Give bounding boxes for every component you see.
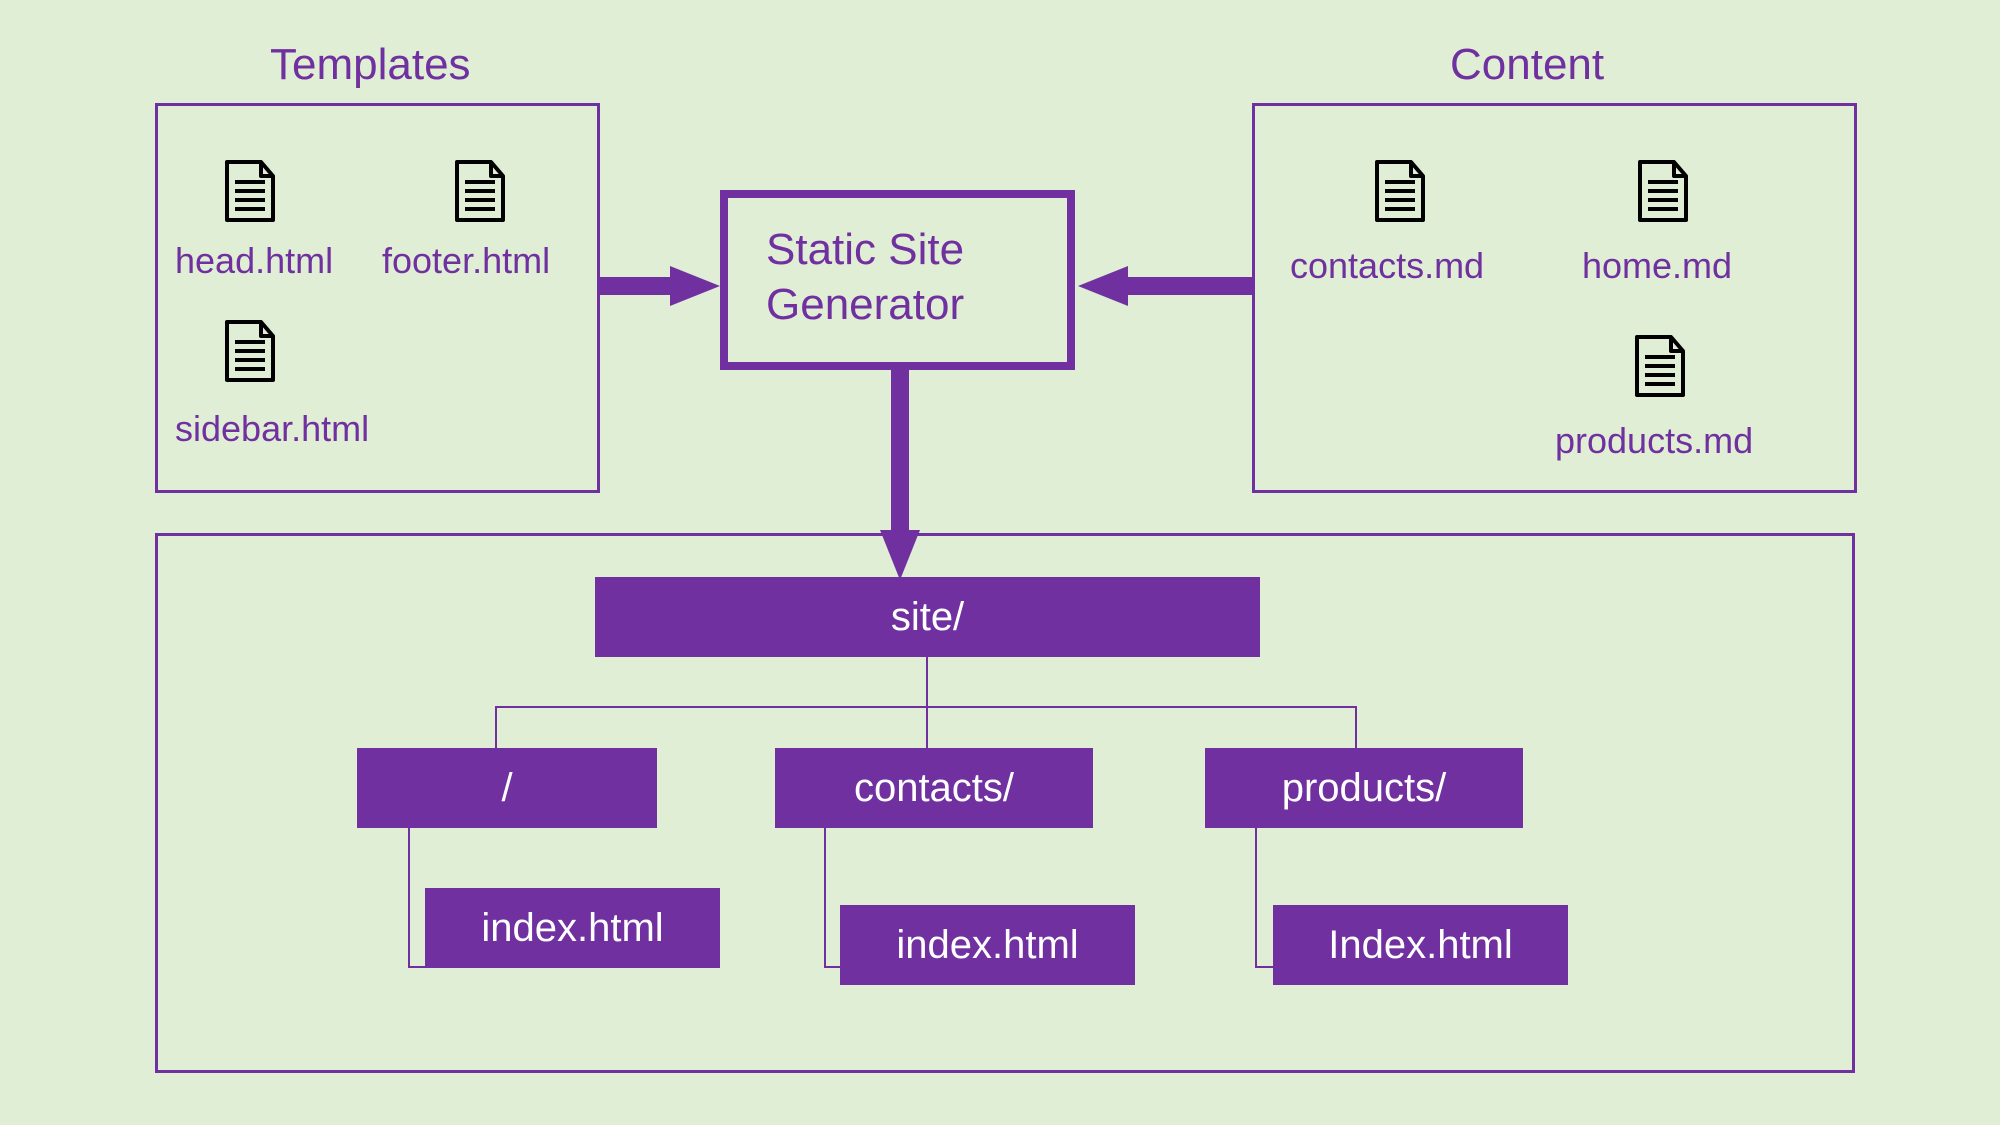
document-icon [1638,160,1688,222]
tree-connector [1255,828,1257,968]
generator-box: Static Site Generator [720,190,1075,370]
tree-connector [408,828,410,968]
arrow-left-icon [1078,266,1253,306]
output-file-index-products: Index.html [1273,905,1568,985]
output-file-index-contacts: index.html [840,905,1135,985]
document-icon [455,160,505,222]
output-file-index-root: index.html [425,888,720,968]
tree-connector [926,706,928,751]
document-icon [1375,160,1425,222]
tree-connector [1355,706,1357,751]
template-file-sidebar: sidebar.html [175,408,369,450]
output-dir-products: products/ [1205,748,1523,828]
content-heading: Content [1450,40,1604,90]
generator-line-2: Generator [766,277,1029,332]
document-icon [225,320,275,382]
output-dir-contacts: contacts/ [775,748,1093,828]
template-file-head: head.html [175,240,333,282]
templates-heading: Templates [270,40,471,90]
content-file-home: home.md [1582,245,1732,287]
arrow-right-icon [600,266,720,306]
content-file-contacts: contacts.md [1290,245,1484,287]
tree-connector [495,706,497,751]
document-icon [1635,335,1685,397]
tree-connector [926,657,928,707]
document-icon [225,160,275,222]
output-root-node: site/ [595,577,1260,657]
output-dir-root: / [357,748,657,828]
template-file-footer: footer.html [382,240,550,282]
tree-connector [824,828,826,968]
generator-line-1: Static Site [766,222,1029,277]
content-file-products: products.md [1555,420,1753,462]
